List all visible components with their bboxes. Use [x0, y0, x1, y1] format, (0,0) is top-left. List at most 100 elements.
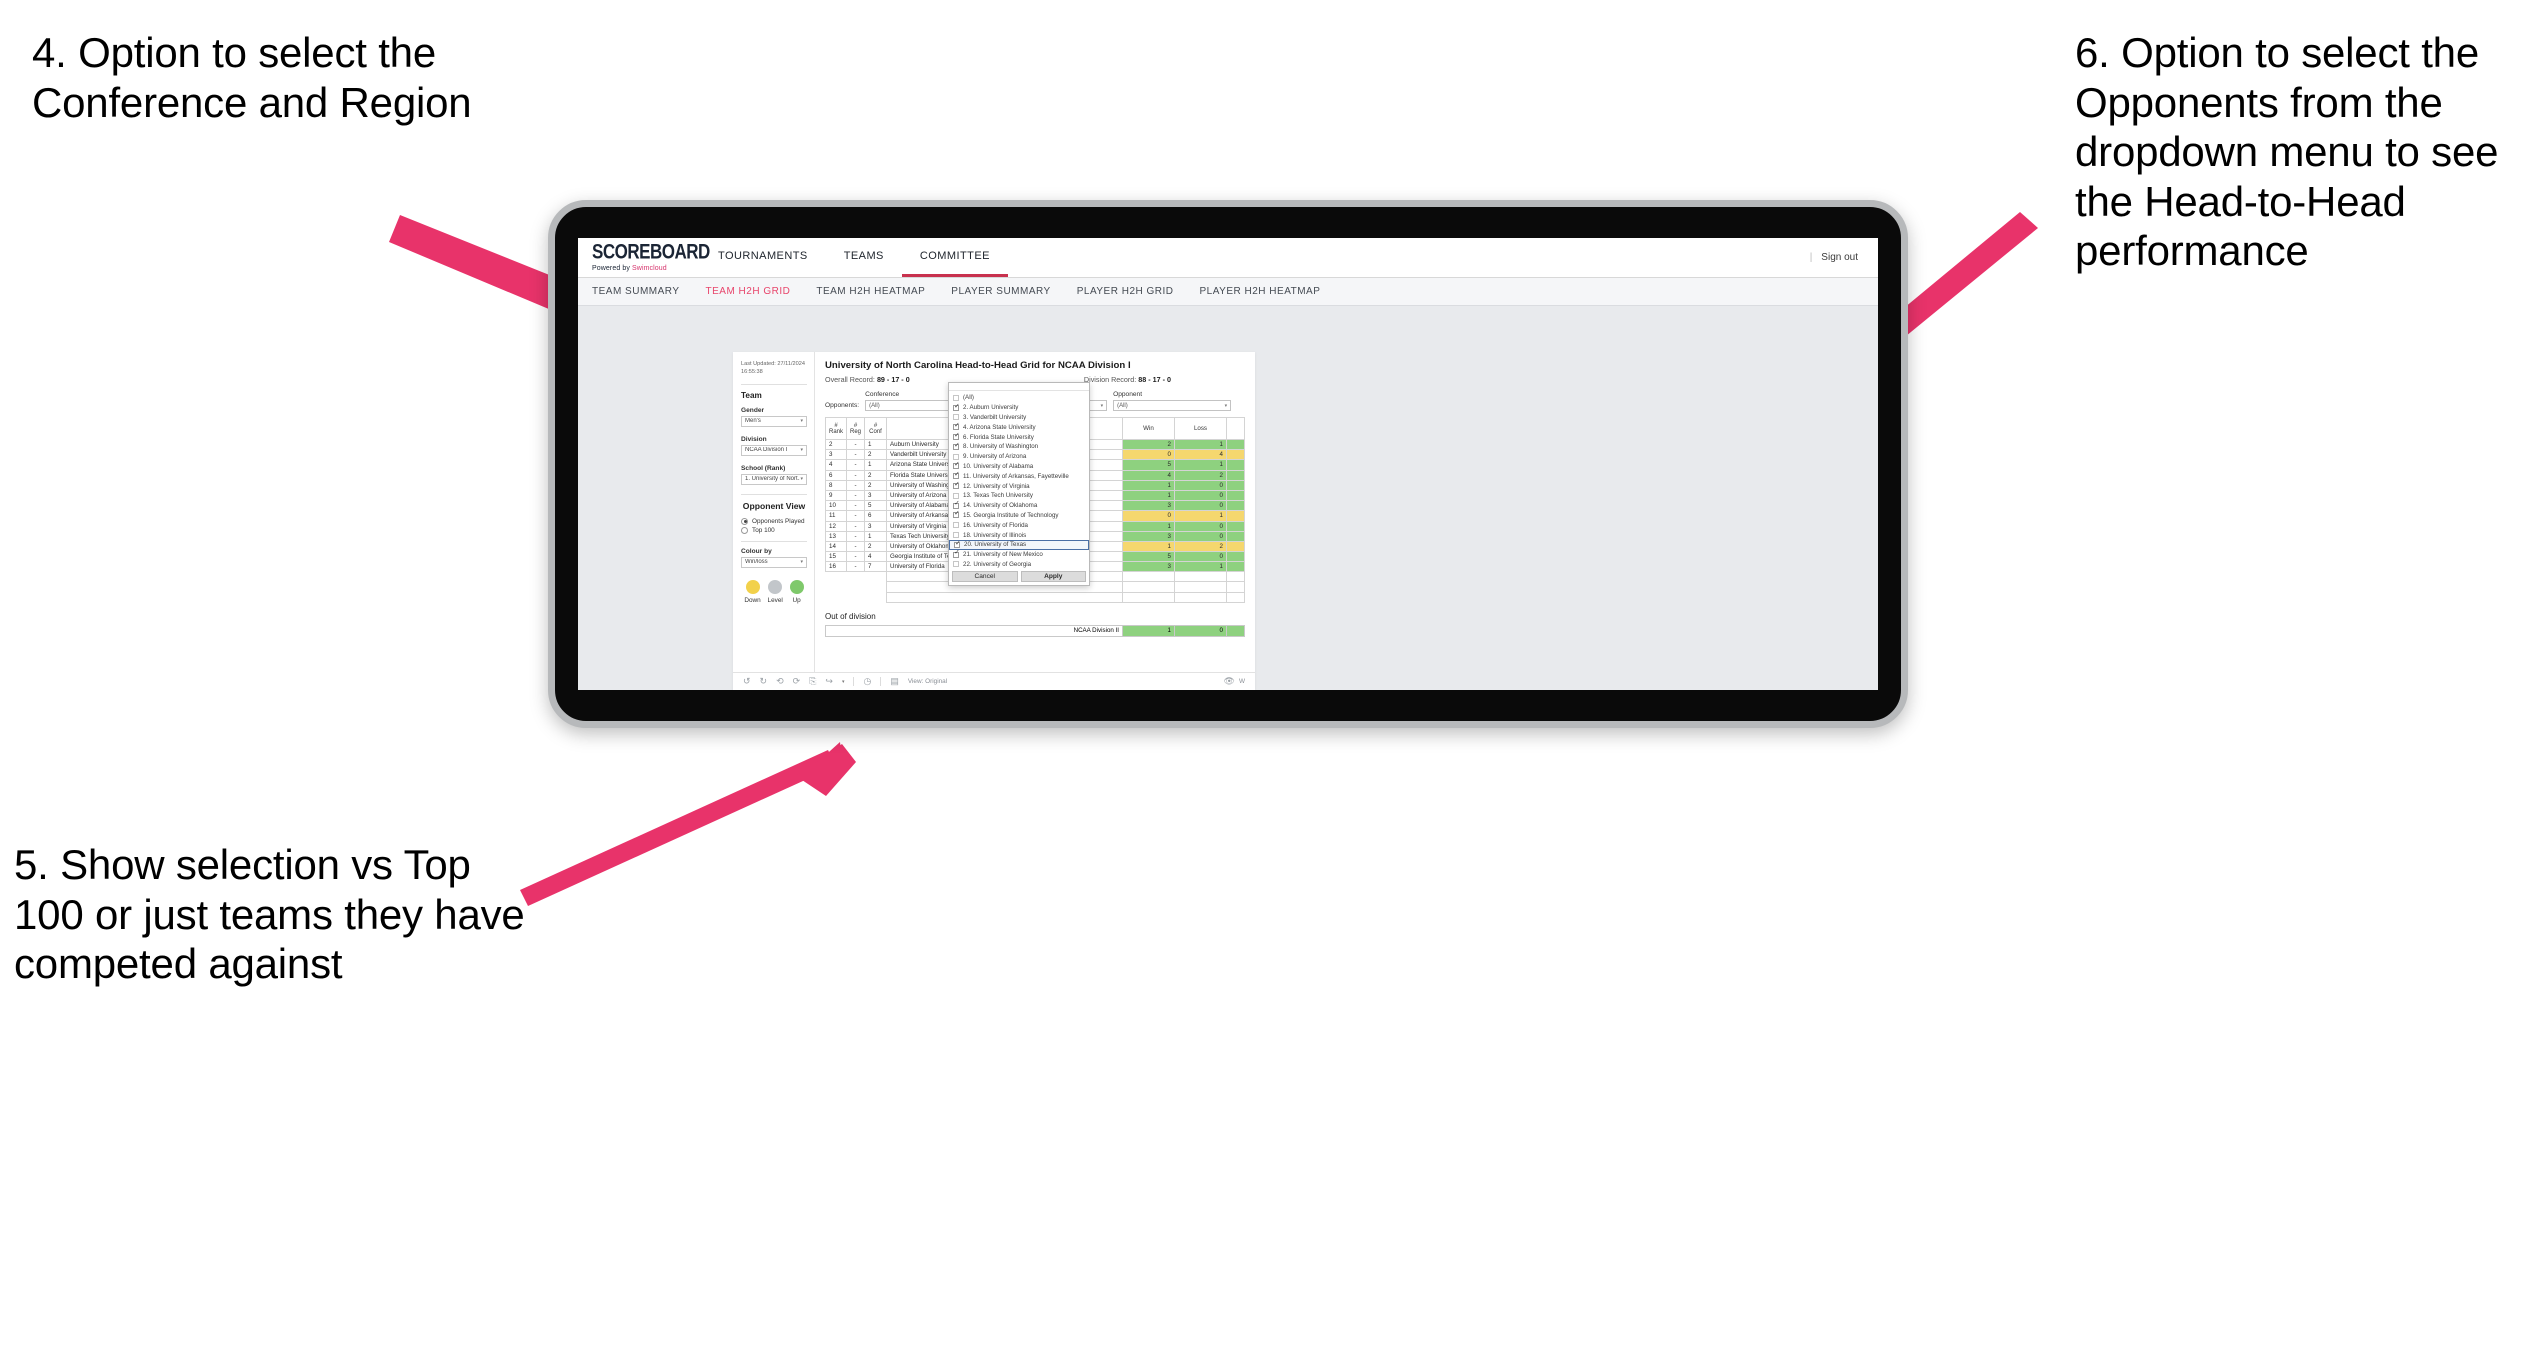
checkbox-checked-icon[interactable]: [953, 472, 960, 480]
dropdown-option-list[interactable]: (All) 2. Auburn University3. Vanderbilt U…: [949, 391, 1089, 568]
opponent-reg: -: [846, 510, 865, 522]
sign-out-link[interactable]: Sign out: [1821, 252, 1858, 263]
dropdown-option[interactable]: 18. University of Illinois: [949, 530, 1089, 540]
header-separator: |: [1809, 252, 1813, 263]
opponent-loss: 0: [1174, 551, 1227, 563]
dropdown-option[interactable]: 15. Georgia Institute of Technology: [949, 511, 1089, 521]
subnav-player-h2h-grid[interactable]: PLAYER H2H GRID: [1077, 286, 1174, 297]
dropdown-option-label: 8. University of Washington: [963, 443, 1039, 451]
view-label[interactable]: View: Original: [908, 678, 947, 685]
chevron-down-icon: ▾: [800, 559, 803, 566]
checkbox-icon[interactable]: [953, 522, 959, 529]
radio-top-100[interactable]: Top 100: [741, 526, 807, 534]
checkbox-icon[interactable]: [953, 414, 959, 421]
dropdown-option[interactable]: 12. University of Virginia: [949, 481, 1089, 491]
dropdown-option[interactable]: 10. University of Alabama: [949, 462, 1089, 472]
undo-icon[interactable]: ↺: [743, 677, 751, 686]
dropdown-option[interactable]: 14. University of Oklahoma: [949, 501, 1089, 511]
dropdown-option[interactable]: 2. Auburn University: [949, 403, 1089, 413]
opponent-conf: 1: [864, 438, 887, 451]
opponent-win: 5: [1122, 551, 1175, 563]
checkbox-icon[interactable]: [953, 561, 959, 568]
dropdown-option[interactable]: 8. University of Washington: [949, 442, 1089, 452]
dropdown-option[interactable]: 13. Texas Tech University: [949, 491, 1089, 501]
dropdown-option[interactable]: 11. University of Arkansas, Fayetteville: [949, 471, 1089, 481]
opponent-filter-select[interactable]: (All) ▾: [1113, 400, 1232, 411]
checkbox-checked-icon[interactable]: [953, 501, 960, 509]
opponent-conf: 2: [864, 540, 887, 553]
brand-name: SCOREBOARD: [592, 239, 710, 264]
division-select[interactable]: NCAA Division I ▾: [741, 444, 807, 456]
refresh-data-icon[interactable]: ⟳: [793, 677, 801, 686]
gender-select[interactable]: Men's ▾: [741, 415, 807, 427]
opponent-rank: 15: [825, 551, 847, 563]
nav-tournaments[interactable]: TOURNAMENTS: [700, 238, 826, 277]
opponent-dropdown-panel[interactable]: (All) 2. Auburn University3. Vanderbilt U…: [948, 382, 1090, 586]
tablet-device: SCOREBOARD Powered by Swimcloud TOURNAME…: [548, 200, 1908, 728]
checkbox-icon[interactable]: [953, 394, 959, 401]
dropdown-option-label: 12. University of Virginia: [963, 482, 1030, 490]
dropdown-option[interactable]: 9. University of Arizona: [949, 452, 1089, 462]
watch-label[interactable]: W: [1239, 678, 1245, 685]
opponent-pad: [1226, 520, 1245, 532]
checkbox-checked-icon[interactable]: [954, 541, 961, 548]
pause-updates-icon[interactable]: ⎘: [809, 677, 816, 686]
gender-label: Gender: [741, 406, 765, 414]
checkbox-icon[interactable]: [953, 532, 959, 539]
checkbox-checked-icon[interactable]: [953, 443, 960, 450]
dropdown-option[interactable]: 22. University of Georgia: [949, 560, 1089, 568]
dropdown-option[interactable]: 16. University of Florida: [949, 520, 1089, 530]
subnav-team-h2h-heatmap[interactable]: TEAM H2H HEATMAP: [816, 286, 925, 297]
share-icon[interactable]: ↪: [825, 677, 833, 686]
dropdown-option[interactable]: 20. University of Texas: [949, 539, 1089, 550]
colour-by-select[interactable]: Win/loss ▾: [741, 556, 807, 568]
apply-button[interactable]: Apply: [1020, 571, 1086, 582]
opponent-conf: 3: [864, 520, 887, 532]
subnav-player-h2h-heatmap[interactable]: PLAYER H2H HEATMAP: [1200, 286, 1321, 297]
annotation-5-text: 5. Show selection vs Top 100 or just tea…: [14, 841, 525, 988]
chevron-down-icon[interactable]: ▾: [842, 679, 845, 685]
checkbox-checked-icon[interactable]: [953, 550, 960, 558]
nav-teams[interactable]: TEAMS: [826, 238, 902, 277]
subnav-player-summary[interactable]: PLAYER SUMMARY: [951, 286, 1050, 297]
checkbox-checked-icon[interactable]: [953, 423, 960, 431]
school-select[interactable]: 1. University of Nort... ▾: [741, 473, 807, 485]
revert-icon[interactable]: ⟲: [776, 677, 784, 686]
dropdown-option[interactable]: 3. Vanderbilt University: [949, 413, 1089, 423]
nav-committee[interactable]: COMMITTEE: [901, 238, 1008, 277]
empty-cell: [825, 592, 847, 603]
subnav-team-h2h-grid[interactable]: TEAM H2H GRID: [706, 286, 791, 297]
main-nav: TOURNAMENTS TEAMS COMMITTEE: [700, 238, 1008, 277]
subnav-team-summary[interactable]: TEAM SUMMARY: [592, 286, 680, 297]
opponent-win: 1: [1122, 479, 1175, 491]
checkbox-checked-icon[interactable]: [953, 403, 960, 411]
dropdown-option[interactable]: 4. Arizona State University: [949, 422, 1089, 432]
opponent-reg: -: [846, 449, 865, 461]
col-conf: # Conf: [864, 417, 887, 440]
checkbox-checked-icon[interactable]: [953, 511, 960, 519]
dropdown-option[interactable]: 6. Florida State University: [949, 432, 1089, 442]
col-pad: [1226, 417, 1245, 440]
legend-up-label: Up: [792, 596, 801, 604]
watch-eye-icon[interactable]: 👁: [1224, 677, 1235, 686]
opponent-loss: 0: [1174, 479, 1227, 491]
opponent-win: 1: [1122, 520, 1175, 532]
checkbox-checked-icon[interactable]: [953, 482, 960, 490]
history-icon[interactable]: ◷: [863, 677, 871, 686]
dropdown-option[interactable]: (All): [949, 393, 1089, 403]
checkbox-checked-icon[interactable]: [953, 433, 960, 441]
cancel-button[interactable]: Cancel: [952, 571, 1018, 582]
dropdown-search-input[interactable]: [949, 383, 1089, 391]
division-record-value: 88 - 17 - 0: [1138, 375, 1171, 384]
dropdown-option[interactable]: 21. University of New Mexico: [949, 550, 1089, 560]
empty-cell: [1174, 581, 1227, 593]
opponent-loss: 0: [1174, 530, 1227, 542]
redo-icon[interactable]: ↻: [760, 677, 768, 686]
checkbox-icon[interactable]: [953, 453, 959, 460]
brand-logo[interactable]: SCOREBOARD Powered by Swimcloud: [578, 238, 710, 277]
checkbox-icon[interactable]: [953, 492, 959, 499]
view-icon[interactable]: ▤: [890, 677, 899, 686]
checkbox-checked-icon[interactable]: [953, 462, 960, 470]
tablet-screen: SCOREBOARD Powered by Swimcloud TOURNAME…: [578, 238, 1878, 690]
radio-opponents-played[interactable]: Opponents Played: [741, 517, 807, 525]
